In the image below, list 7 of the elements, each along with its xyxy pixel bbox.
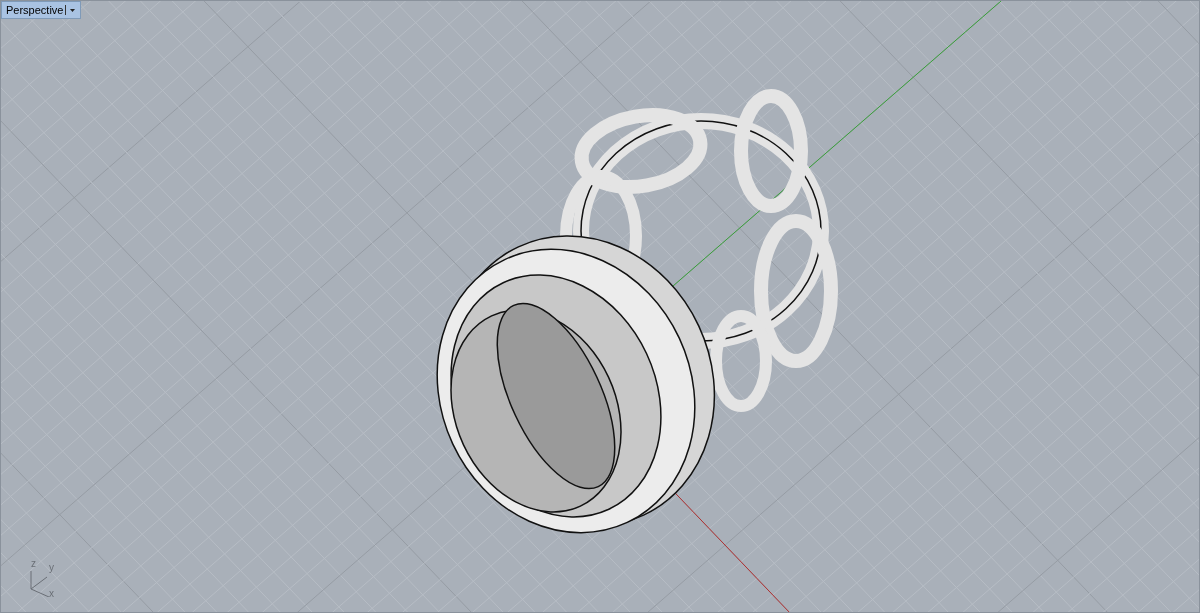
viewport-title: Perspective: [6, 3, 64, 18]
viewport-tab[interactable]: Perspective: [1, 1, 82, 19]
axis-label: x: [49, 589, 54, 599]
axis-label: y: [49, 563, 54, 573]
caret-icon[interactable]: [65, 5, 78, 15]
axis-label: z: [31, 559, 36, 569]
viewport[interactable]: Perspective z y x: [0, 0, 1200, 613]
